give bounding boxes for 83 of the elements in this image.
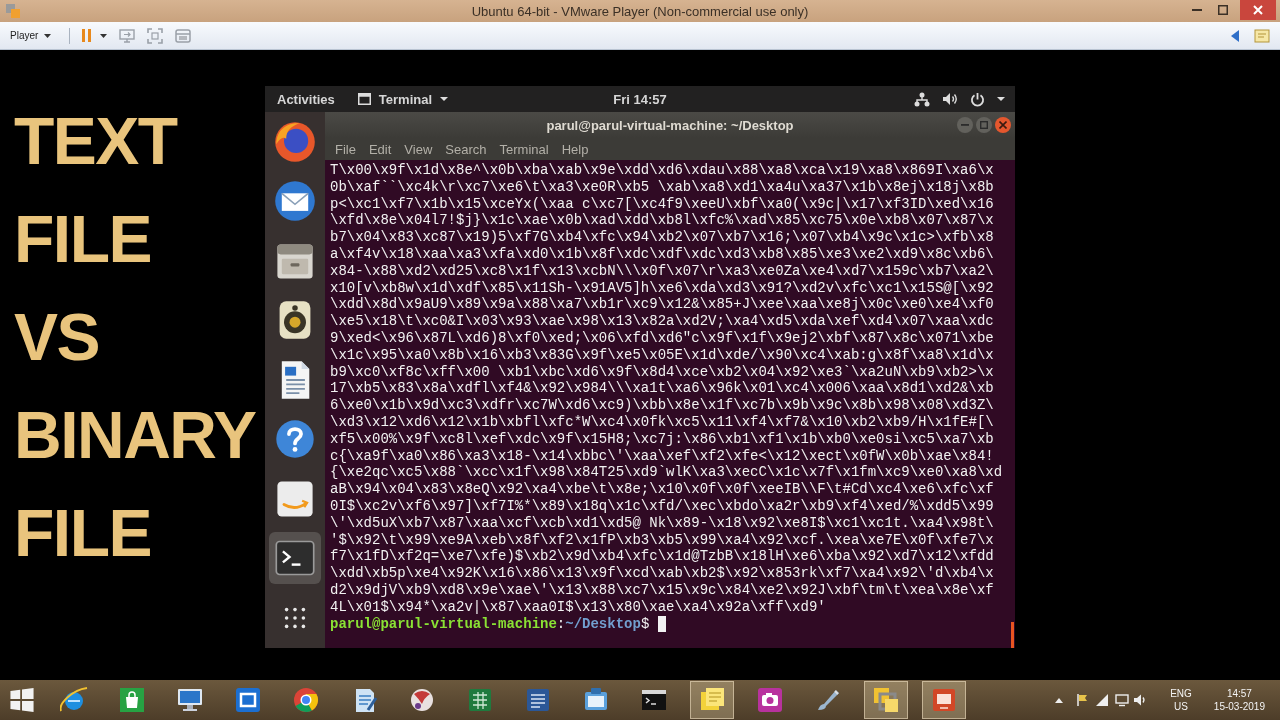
- output-line: T\x00\x9f\x1d\x8e^\x0b\xba\xab\x9e\xdd\xd6\xdau\x88\xa8\xca\x19\xa8\x869I\xa6\x: [330, 162, 995, 179]
- menu-item[interactable]: Help: [561, 141, 589, 157]
- close-button[interactable]: [1240, 0, 1276, 20]
- output-line: aB\x94\x04\x83\x8eQ\x92\xa4\xbe\t\x8e;\x10\x0f\x0f\xeeIB\\F\t#Cd\xc4\xe6\xfc\xf: [330, 481, 995, 498]
- maximize-icon: [980, 121, 988, 129]
- app-menu[interactable]: Terminal: [357, 91, 449, 107]
- camera-icon: [756, 686, 784, 714]
- minimize-icon: [961, 124, 969, 126]
- close-button[interactable]: [995, 117, 1011, 133]
- caret-up-icon[interactable]: [1055, 697, 1064, 703]
- output-line: d2\x9djV\xb9\xd8\x9e\xae\'\x13\x88\xc7\x15\x9c\x84\xe2\x92J\xbf\tm\t\xea\x8e\xf: [330, 581, 995, 599]
- close-icon: [1253, 5, 1263, 15]
- output-line: p<\xc1\xf7\x1b\x15\xceYx(\xaa c\xc7[\xc4f9\xeeU\xbf\xa0(\x9c|\x17\xf3ID\xed\x16: [330, 195, 995, 213]
- output-line: \xfd\x8e\x04l7!$j}\x1c\xae\x0b\xad\xdd\xb8l\xfc%\xad\x85\xc75\x0e\xb8\x07\x87\x: [330, 212, 995, 230]
- caret-icon: [440, 97, 449, 101]
- display-icon[interactable]: [1115, 693, 1130, 707]
- document-icon: [524, 686, 552, 714]
- output-line: x10[v\xb8w\x1d\xdf\x85\x11Sh-\x91AV5]h\xe6\xda\xd3\x91?\xd2v\xfc\xc1\x15S@[\x92: [330, 279, 995, 297]
- player-menu[interactable]: Player: [8, 30, 54, 41]
- signal-icon[interactable]: [1095, 693, 1110, 707]
- minimize-icon: [1192, 9, 1202, 11]
- output-line: \xd3\x12\xd6\x12\x1b\xbfl\xfc*W\xc4\x0fk\xc5\x11\xf4\xf7&\x10\xb2\xb9/H\x1fE#[\: [330, 413, 995, 431]
- output-line: 0b\xaf``\xc4k\r\xc7\xe6\t\xa3\xe0R\xb5 \xab\xa8\xd1\xa4u\xa37\x1b\x8ej\x18j\x8b: [330, 178, 995, 196]
- output-line: x84-\x88\xd2\xd25\xc8\x1f\x13\xcbN\\\x0f\x07\r\xa3\xe0Za\xe4\xd7\x159c\xb7\xa2\: [330, 262, 995, 280]
- window-icon: [357, 93, 371, 105]
- back-arrow-icon[interactable]: [1230, 29, 1240, 42]
- output-line: \x1c\x95\xa0\x8b\x16\xb3\x83G\x9f\xe5\x05E\x1d\xde/\x90\xc4\xab:g\x8f\xa8\x1d\x: [330, 346, 995, 364]
- dock-item[interactable]: [269, 532, 321, 585]
- output-line: 0I$\xc2v\xf6\x97]\xf7I%*\x89\x18q\x1c\xfd/\xec\xbdo\xa2r\xb9\xf4\xed/%\xdd5\x99: [330, 497, 995, 515]
- menu-item[interactable]: Terminal: [499, 141, 549, 157]
- output-line: 9\xed<\x96\x87L\xd6)8\xf0\xed;\x06\xfd\xd6"c\x9f\x1f\x9ej2\xbf\x87\x8c\x071\xbe: [330, 329, 995, 347]
- color-wheel-icon: [292, 686, 320, 714]
- output-line: 4L\x01$\x94*\xa2v|\x87\xaa0I$\x13\x80\xae\xa4\x92a\xff\xd9': [330, 598, 827, 616]
- menu-item[interactable]: Edit: [368, 141, 392, 157]
- windows-logo-icon: [10, 688, 34, 712]
- language-indicator[interactable]: ENG US: [1170, 687, 1192, 713]
- slides-icon: [930, 686, 958, 714]
- browser-icon: [273, 119, 317, 164]
- clock[interactable]: 14:57 15-03-2019: [1213, 687, 1265, 713]
- caret-icon[interactable]: [997, 97, 1005, 101]
- scrollbar-thumb[interactable]: [1011, 622, 1014, 648]
- output-line: b9\xc0\xf8c\xff\x00 \xb1\xbc\xd6\x9f\x8d4\xce\xb2\x04\x92\xe3`\xa2uN\xb9\xb2>\x: [330, 363, 995, 381]
- output-line: a\xf4v\x18\xaa\xa3\xfa\xd0\x1b\x8f\xdc\xdf\xdc\xd3\xb8\x85\xe3\xe2\xd9\x8c\xb6\: [330, 246, 995, 263]
- flag-icon[interactable]: [1075, 693, 1090, 707]
- shopping-bag-icon: [118, 686, 146, 714]
- menu-item[interactable]: File: [335, 141, 356, 157]
- output-line: 6\xe0\x1b\x9d\xc3\xdfr\xc7W\xd6\xc9)\xbb\x8e\x1f\xc7b\x9b\x9c\x8b\x98\x08\xd3Z\: [330, 397, 995, 414]
- video-title: TEXT FILE VS BINARY FILE: [14, 103, 255, 572]
- output-line: '$\x92\t\x99\xe9A\xeb\x8f\xf2\x1fP\xb3\xb5\x99\xa4\x92\xcf.\xea\xe7E\x0f\xfe7\x: [330, 531, 995, 549]
- app-logo-icon: [5, 3, 21, 19]
- network-icon[interactable]: [914, 91, 930, 107]
- globe-orbit-icon: [60, 686, 88, 714]
- clock[interactable]: Fri 14:57: [613, 91, 667, 107]
- close-icon: [999, 121, 1007, 129]
- output-line: 17\xb5\x83\x8a\xdfl\xf4&\x92\x984\\\xa1t\xa6\x96k\x01\xc4\x006\xaa\x8d1\xd2&\xb: [330, 380, 995, 398]
- output-line: xf5\x00%\x9f\xc8l\xef\xdc\x9f\x15H8;\xc7j:\x86\xb1\xf1\x1b\xb0\xe0si\xc5\xa7\xb: [330, 430, 995, 448]
- caret-icon: [44, 33, 52, 38]
- menu-item[interactable]: View: [404, 141, 433, 157]
- output-line: {\xe2qc\xc5\x88`\xcc\x1f\x98\x84T25\xd9`wlK\xa3\xecC\x1c\x7f\x1fm\xc9\xe0\xa8\xd: [330, 464, 1004, 482]
- mail-envelope-icon: [273, 179, 317, 224]
- activities-button[interactable]: Activities: [277, 91, 335, 107]
- monitor-icon: [176, 686, 204, 714]
- app-tile-icon: [234, 686, 262, 714]
- window-title: Ubuntu 64-bit - VMware Player (Non-commercial use only): [471, 3, 809, 19]
- maximize-icon: [1218, 5, 1228, 15]
- output-line: \xe5\x18\t\xc0&I\x03\x93\xae\x98\x13\x82a\xd2V;\xa4\xd5\xda\xef\xd4\x07\xaa\xdc: [330, 313, 995, 330]
- output-line: \xdd\xb5p\xe4\x92K\x16\x86\x13\x9f\xcd\xab\xb2$\x92\x853rk\xf7\xa4\x92\'d\xb4\x: [330, 565, 995, 582]
- power-icon[interactable]: [970, 91, 985, 107]
- speaker-icon[interactable]: [1133, 693, 1148, 707]
- window-title: parul@parul-virtual-machine: ~/Desktop: [546, 117, 794, 133]
- output-line: \'\xd5uX\xb7\x87\xaa\xcf\xcb\xd1\xd5@ Nk\x89-\x18\x92\xe8I$\xc1\xc1t.\xa4\x98t\: [330, 514, 995, 532]
- shell-prompt: parul@parul-virtual-machine:~/Desktop$: [330, 615, 650, 633]
- app-grid-icon: [283, 605, 307, 630]
- output-line: b7\x04\x83\xc87\x19)5\xf7G\xb4\xfc\x94\xb2\x07\xb7\x16;\x07\xb4\x9c\x1c>\xfb\x8: [330, 229, 995, 246]
- menu-item[interactable]: Search: [445, 141, 487, 157]
- stacked-squares-icon: [872, 686, 900, 714]
- output-line: c{\xa9f\xa0\x86\xa3\x18-\x14\xbbc\'\xaa\xef\xf2\xfe<\x12\xect\x0fW\x0b\xae\x84!: [330, 447, 995, 465]
- output-line: f7\x1fD\xf2q=\xe7\xfe)$\xb2\x9d\xb4\xfc\x1d@TzbB\x18lH\xe6\xba\x92\xd7\x12\xfdd: [330, 548, 995, 566]
- caret-icon[interactable]: [100, 33, 108, 38]
- sphere-icon: [408, 686, 436, 714]
- volume-icon[interactable]: [942, 92, 958, 106]
- output-line: \xdd\x8d\x9aU9\x89\x9a\x88\xa7\xb1r\xc9\x12&\x85+J\xee\xaa\xe8j\x0c\xe0\xe4\xf0: [330, 296, 995, 314]
- spreadsheet-icon: [466, 686, 494, 714]
